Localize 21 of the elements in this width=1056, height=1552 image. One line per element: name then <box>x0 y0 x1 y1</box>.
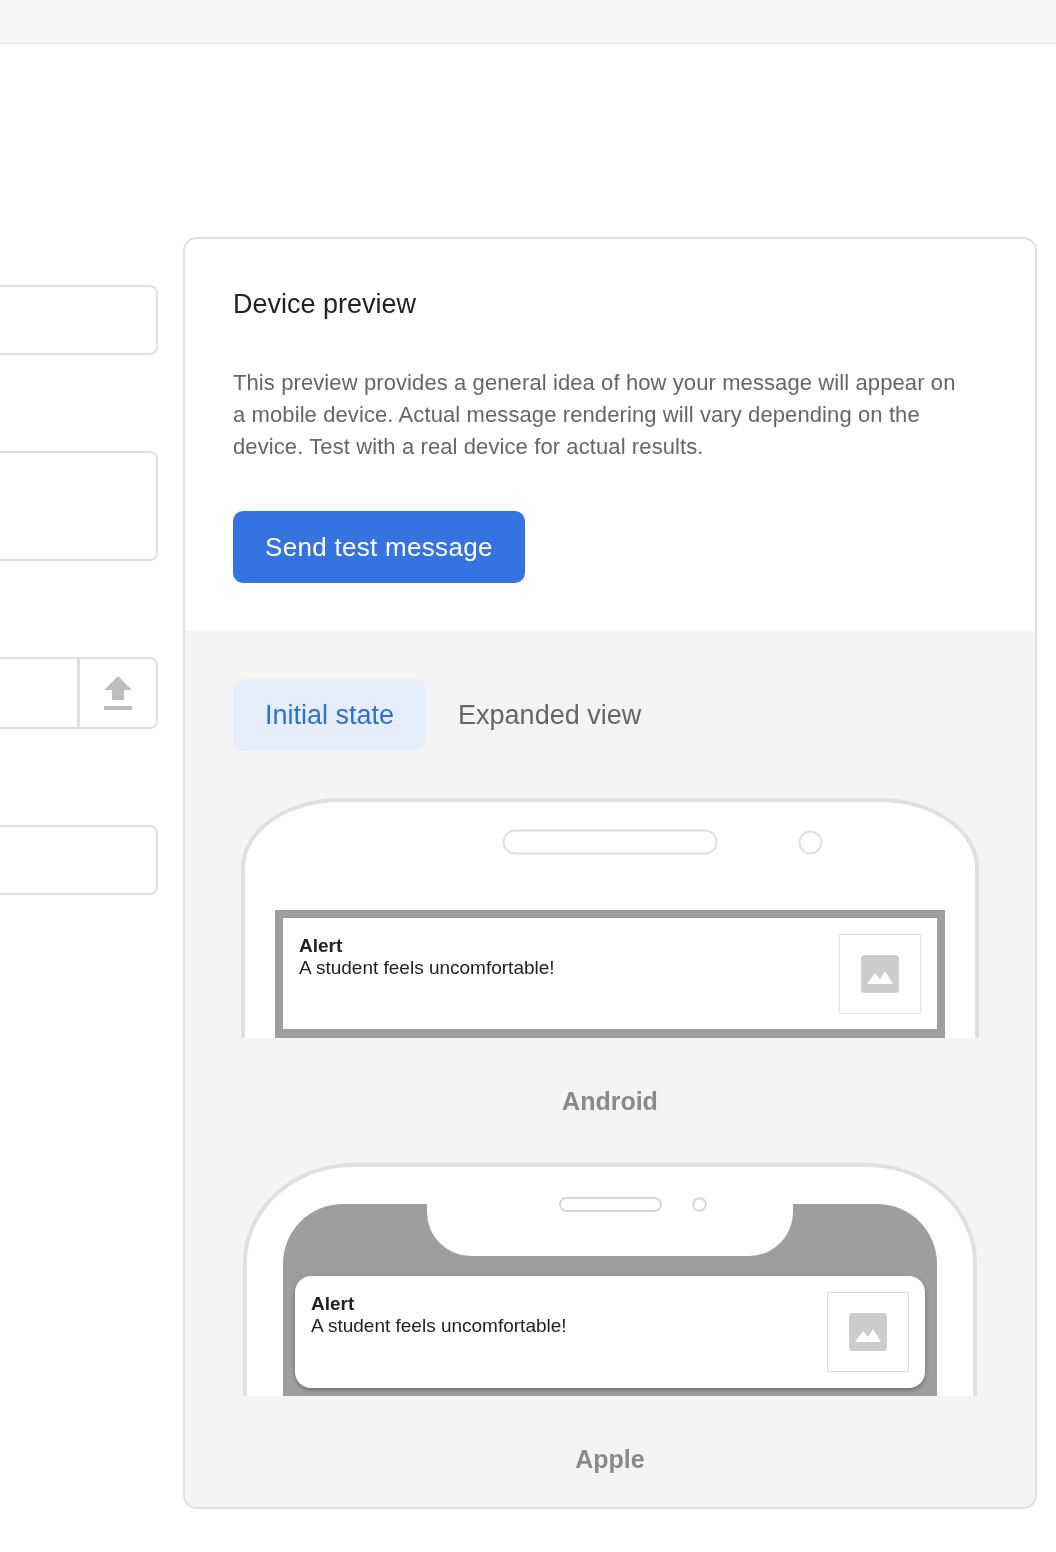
send-test-button[interactable]: Send test message <box>233 511 525 583</box>
input-field[interactable] <box>0 285 158 355</box>
notification-title: Alert <box>311 1293 356 1315</box>
card-title: Device preview <box>233 288 418 321</box>
notification-title: Alert <box>299 935 344 957</box>
text-area[interactable] <box>0 451 158 561</box>
notification-body: A student feels uncomfortable! <box>311 1315 567 1337</box>
notification-body: A student feels uncomfortable! <box>299 957 555 979</box>
input-field[interactable] <box>0 825 158 895</box>
image-icon <box>849 1313 887 1351</box>
view-tab[interactable]: Initial state <box>233 679 427 751</box>
upload-button[interactable] <box>80 657 158 729</box>
upload-icon <box>104 676 132 710</box>
device-label: Android <box>562 1086 658 1117</box>
device-label: Apple <box>575 1444 645 1475</box>
description: This preview provides a general idea of how your message will appear on a mobile device. Actual message rendering will vary depending on the device. Test with a real device for actual results. <box>233 369 957 461</box>
camera-lens <box>798 830 823 855</box>
view-tab[interactable]: Expanded view <box>426 679 674 751</box>
camera-lens <box>692 1197 707 1212</box>
image-icon <box>861 955 899 993</box>
file-path-field[interactable] <box>0 657 80 729</box>
